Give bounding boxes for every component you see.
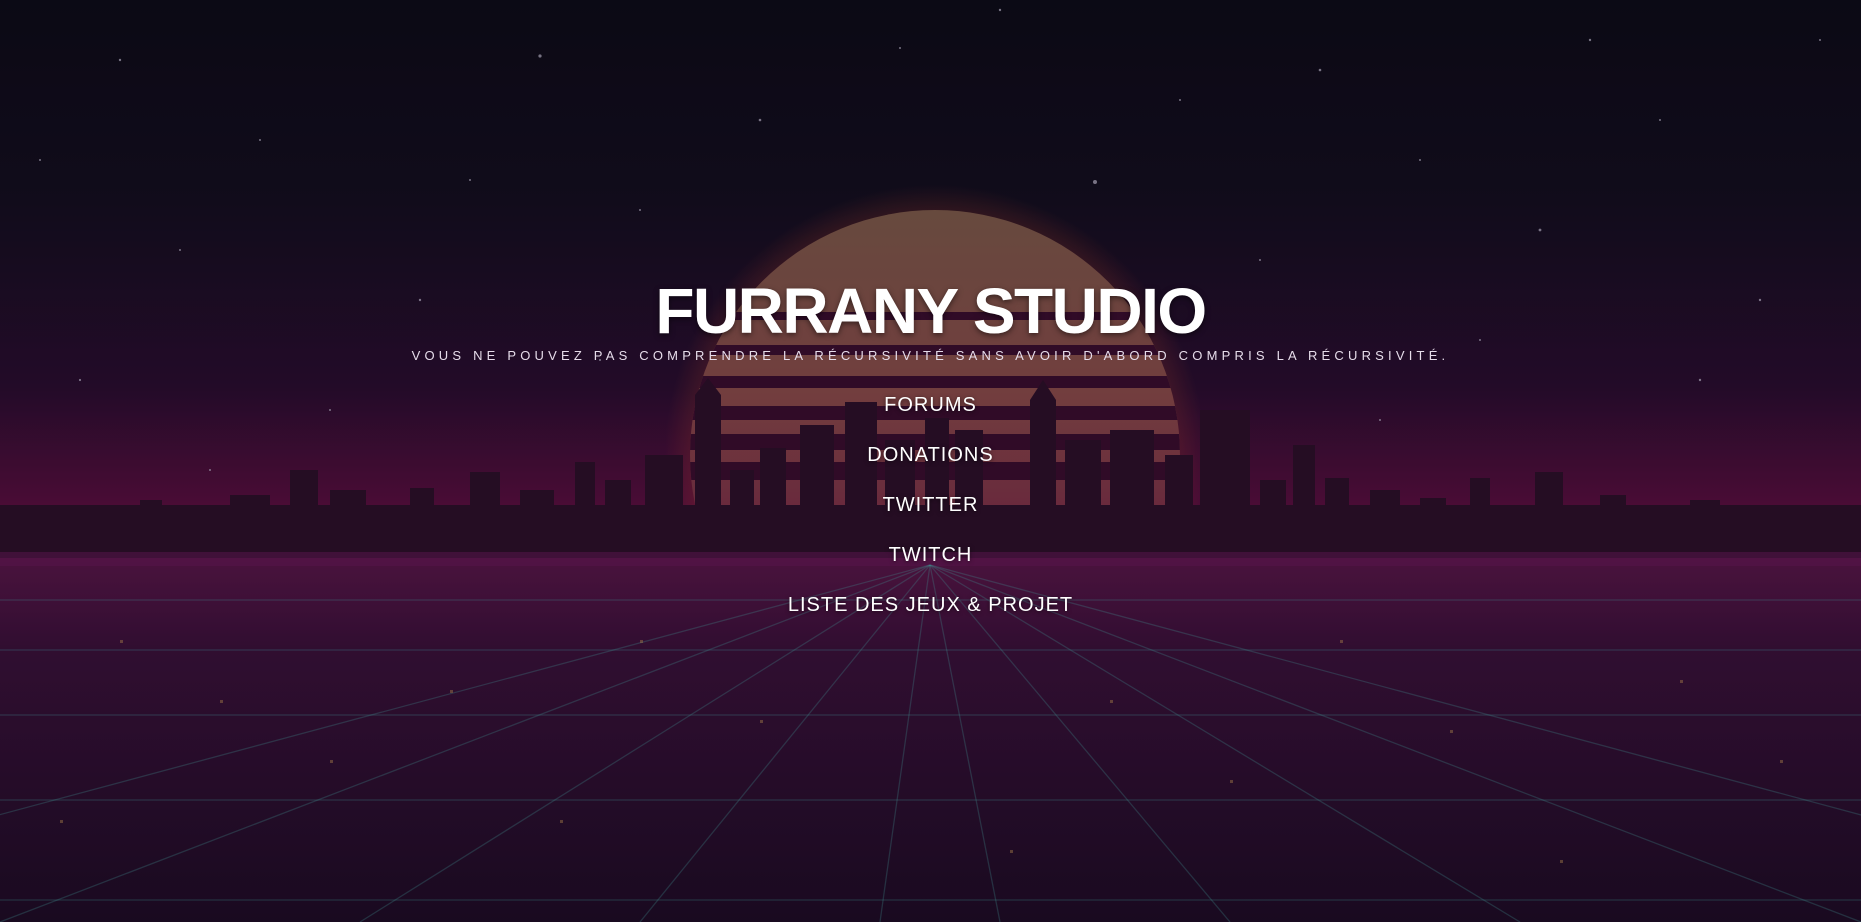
main-nav: FORUMS DONATIONS TWITTER TWITCH LISTE DE… bbox=[0, 390, 1861, 640]
nav-item: TWITTER bbox=[0, 490, 1861, 540]
nav-item: DONATIONS bbox=[0, 440, 1861, 490]
nav-link-games-projects[interactable]: LISTE DES JEUX & PROJET bbox=[788, 590, 1073, 620]
nav-item: TWITCH bbox=[0, 540, 1861, 590]
nav-link-forums[interactable]: FORUMS bbox=[884, 390, 977, 420]
site-tagline: Vous ne pouvez pas comprendre la récursi… bbox=[411, 348, 1450, 363]
nav-link-twitch[interactable]: TWITCH bbox=[889, 540, 973, 570]
nav-item: LISTE DES JEUX & PROJET bbox=[0, 590, 1861, 640]
nav-link-donations[interactable]: DONATIONS bbox=[867, 440, 993, 470]
hero: FURRANY STUDIO Vous ne pouvez pas compre… bbox=[0, 270, 1861, 640]
page-background: FURRANY STUDIO Vous ne pouvez pas compre… bbox=[0, 0, 1861, 922]
site-title: FURRANY STUDIO bbox=[655, 275, 1207, 347]
nav-item: FORUMS bbox=[0, 390, 1861, 440]
nav-link-twitter[interactable]: TWITTER bbox=[883, 490, 979, 520]
